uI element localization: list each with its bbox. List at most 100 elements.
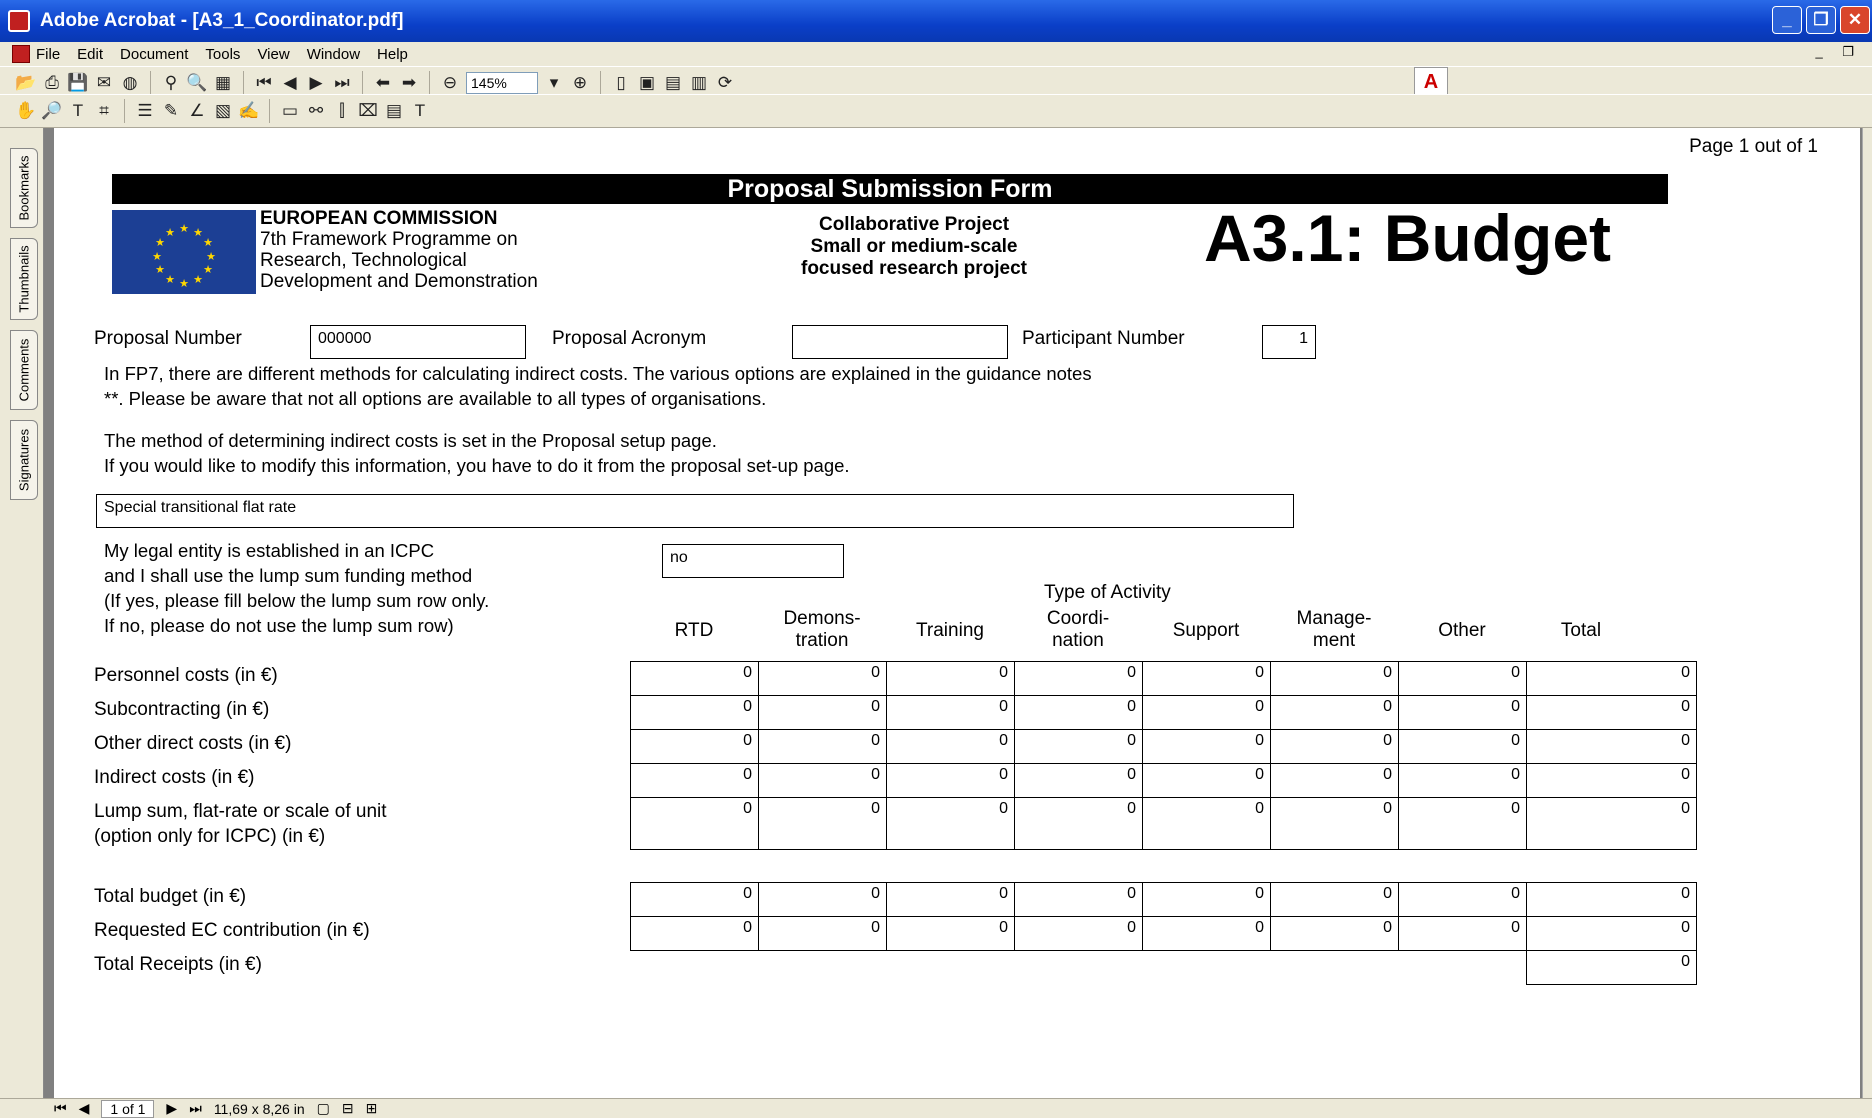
- movie-tool-icon[interactable]: ▤: [384, 101, 404, 121]
- last-page-icon[interactable]: ⏭: [189, 1100, 202, 1117]
- budget-cell[interactable]: 0: [758, 695, 887, 730]
- draw-tool-icon[interactable]: ∠: [187, 101, 207, 121]
- first-page-icon[interactable]: ⏮: [54, 1100, 67, 1117]
- budget-cell[interactable]: 0: [1526, 882, 1697, 917]
- back-icon[interactable]: ⬅: [373, 73, 393, 93]
- budget-cell[interactable]: 0: [1142, 729, 1271, 764]
- budget-cell[interactable]: 0: [1526, 729, 1697, 764]
- budget-cell[interactable]: 0: [1270, 763, 1399, 798]
- stamp-tool-icon[interactable]: ▧: [213, 101, 233, 121]
- budget-cell[interactable]: 0: [1014, 729, 1143, 764]
- zoom-in-icon[interactable]: ⊕: [570, 73, 590, 93]
- forward-icon[interactable]: ➡: [399, 73, 419, 93]
- tab-thumbnails[interactable]: Thumbnails: [10, 238, 38, 320]
- budget-cell[interactable]: 0: [1270, 729, 1399, 764]
- zoom-field[interactable]: 145%: [466, 72, 538, 94]
- budget-cell[interactable]: 0: [1526, 916, 1697, 951]
- budget-cell[interactable]: 0: [1014, 763, 1143, 798]
- document-window-controls[interactable]: _ ❐: [1816, 44, 1863, 60]
- budget-cell[interactable]: 0: [630, 916, 759, 951]
- search-icon[interactable]: 🔍: [186, 73, 207, 93]
- first-page-icon[interactable]: ⏮: [254, 73, 274, 93]
- budget-cell[interactable]: 0: [630, 882, 759, 917]
- document-icon[interactable]: [12, 45, 30, 63]
- continuous-icon[interactable]: ⊟: [342, 1100, 354, 1117]
- zoom-dropdown-icon[interactable]: ▾: [544, 73, 564, 93]
- single-page-icon[interactable]: ▢: [317, 1100, 330, 1117]
- next-page-icon[interactable]: ▶: [306, 73, 326, 93]
- restore-button[interactable]: ❐: [1806, 6, 1836, 34]
- zoom-tool-icon[interactable]: 🔎: [41, 101, 62, 121]
- budget-cell[interactable]: 0: [1014, 916, 1143, 951]
- budget-cell[interactable]: 0: [758, 661, 887, 696]
- article-tool-icon[interactable]: ⫿: [332, 101, 352, 121]
- budget-cell[interactable]: 0: [758, 797, 887, 850]
- menu-document[interactable]: Document: [120, 46, 188, 63]
- vertical-scrollbar[interactable]: [1862, 128, 1872, 1104]
- budget-cell[interactable]: 0: [1526, 695, 1697, 730]
- budget-cell[interactable]: 0: [1270, 695, 1399, 730]
- tab-bookmarks[interactable]: Bookmarks: [10, 148, 38, 228]
- budget-cell[interactable]: 0: [758, 763, 887, 798]
- budget-cell[interactable]: 0: [758, 729, 887, 764]
- budget-cell[interactable]: 0: [1526, 797, 1697, 850]
- text-select-icon[interactable]: T: [68, 101, 88, 121]
- pencil-tool-icon[interactable]: ✎: [161, 101, 181, 121]
- zoom-out-icon[interactable]: ⊖: [440, 73, 460, 93]
- find-icon[interactable]: ⚲: [161, 73, 181, 93]
- open-icon[interactable]: 📂: [15, 73, 36, 93]
- note-tool-icon[interactable]: ☰: [135, 101, 155, 121]
- previous-page-icon[interactable]: ◀: [280, 73, 300, 93]
- budget-cell[interactable]: 0: [1398, 763, 1527, 798]
- fit-page-icon[interactable]: ▣: [637, 73, 657, 93]
- budget-cell[interactable]: 0: [630, 729, 759, 764]
- budget-cell[interactable]: 0: [1014, 797, 1143, 850]
- budget-cell[interactable]: 0: [1142, 763, 1271, 798]
- budget-cell[interactable]: 0: [886, 916, 1015, 951]
- budget-cell[interactable]: 0: [1142, 916, 1271, 951]
- hand-tool-icon[interactable]: ✋: [15, 101, 36, 121]
- icpc-lump-sum-field[interactable]: no: [662, 544, 844, 578]
- menu-file[interactable]: File: [36, 46, 60, 63]
- close-button[interactable]: ✕: [1840, 6, 1870, 34]
- save-icon[interactable]: 💾: [67, 73, 88, 93]
- web-icon[interactable]: ◍: [120, 73, 140, 93]
- print-icon[interactable]: ⎙: [42, 73, 62, 93]
- reflow-icon[interactable]: ▥: [689, 73, 709, 93]
- budget-cell[interactable]: 0: [1142, 695, 1271, 730]
- previous-page-icon[interactable]: ◀: [79, 1100, 90, 1117]
- budget-cell[interactable]: 0: [630, 797, 759, 850]
- budget-cell[interactable]: 0: [758, 882, 887, 917]
- budget-cell[interactable]: 0: [1398, 882, 1527, 917]
- page-indicator[interactable]: 1 of 1: [101, 1099, 155, 1118]
- sign-tool-icon[interactable]: ✍: [238, 101, 259, 121]
- budget-cell[interactable]: 0: [1398, 916, 1527, 951]
- menu-help[interactable]: Help: [377, 46, 408, 63]
- participant-number-field[interactable]: 1: [1262, 325, 1316, 359]
- adobe-logo-icon[interactable]: A: [1414, 67, 1448, 97]
- budget-cell[interactable]: 0: [886, 882, 1015, 917]
- link-tool-icon[interactable]: ⚯: [306, 101, 326, 121]
- budget-cell[interactable]: 0: [630, 763, 759, 798]
- budget-cell[interactable]: 0: [886, 729, 1015, 764]
- budget-cell[interactable]: 0: [1014, 695, 1143, 730]
- facing-icon[interactable]: ⊞: [366, 1100, 378, 1117]
- budget-cell[interactable]: 0: [1398, 797, 1527, 850]
- actual-size-icon[interactable]: ▯: [611, 73, 631, 93]
- email-icon[interactable]: ✉: [94, 73, 114, 93]
- indirect-cost-method-field[interactable]: Special transitional flat rate: [96, 494, 1294, 528]
- budget-cell[interactable]: 0: [1142, 882, 1271, 917]
- budget-cell[interactable]: 0: [1270, 882, 1399, 917]
- budget-cell[interactable]: 0: [1270, 661, 1399, 696]
- budget-cell[interactable]: 0: [886, 763, 1015, 798]
- fit-width-icon[interactable]: ▤: [663, 73, 683, 93]
- budget-cell[interactable]: 0: [1142, 661, 1271, 696]
- budget-cell[interactable]: 0: [630, 661, 759, 696]
- budget-cell[interactable]: 0: [886, 695, 1015, 730]
- last-page-icon[interactable]: ⏭: [332, 73, 352, 93]
- total-receipts-cell[interactable]: 0: [1526, 950, 1697, 985]
- menu-tools[interactable]: Tools: [205, 46, 240, 63]
- form-tool-icon[interactable]: ▭: [280, 101, 300, 121]
- snapshot-icon[interactable]: ⌗: [94, 101, 114, 121]
- budget-cell[interactable]: 0: [1398, 695, 1527, 730]
